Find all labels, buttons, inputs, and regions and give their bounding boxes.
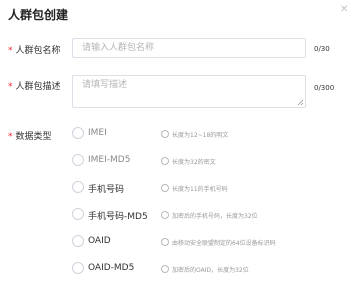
radio-button[interactable] [72, 235, 84, 247]
radio-button[interactable] [72, 262, 84, 274]
data-type-option-imei[interactable]: IMEI 长度为12~18的明文 [72, 127, 352, 141]
name-char-count: 0/30 [314, 45, 330, 53]
option-hint: 长度为11的手机号码 [172, 186, 228, 193]
info-icon [161, 130, 169, 138]
name-label-text: 人群包名称 [15, 46, 61, 56]
required-mark: * [8, 46, 13, 56]
data-type-option-imei-md5[interactable]: IMEI-MD5 长度为32的密文 [72, 154, 352, 168]
option-label: 手机号码-MD5 [88, 212, 148, 222]
name-input[interactable]: 请输入人群包名称 [72, 38, 306, 58]
description-placeholder: 请填写描述 [82, 80, 128, 90]
option-hint: 长度为32的密文 [172, 159, 216, 166]
data-type-label: * 数据类型 [8, 129, 52, 142]
option-label: OAID-MD5 [88, 263, 135, 273]
description-textarea[interactable]: 请填写描述 [72, 75, 306, 108]
info-icon [161, 265, 169, 273]
required-mark: * [8, 82, 13, 92]
data-type-option-phone-md5[interactable]: 手机号码-MD5 加密后的手机号码，长度为32位 [72, 208, 352, 222]
option-label: OAID [88, 236, 111, 246]
name-label: * 人群包名称 [8, 43, 61, 56]
data-type-option-phone[interactable]: 手机号码 长度为11的手机号码 [72, 181, 352, 195]
data-type-option-oaid-md5[interactable]: OAID-MD5 加密后的OAID，长度为32位 [72, 262, 352, 276]
description-label: * 人群包描述 [8, 79, 61, 92]
info-icon [161, 238, 169, 246]
radio-button[interactable] [72, 154, 84, 166]
data-type-option-oaid[interactable]: OAID 由移动安全联盟制定的64位设备标识码 [72, 235, 352, 249]
resize-handle-icon[interactable] [297, 99, 304, 106]
info-icon [161, 157, 169, 165]
option-hint: 加密后的手机号码，长度为32位 [172, 213, 258, 220]
description-char-count: 0/300 [314, 84, 335, 92]
option-label: IMEI-MD5 [88, 155, 131, 165]
option-label: 手机号码 [88, 185, 125, 195]
option-label: IMEI [88, 128, 107, 138]
info-icon [161, 184, 169, 192]
option-hint: 由移动安全联盟制定的64位设备标识码 [172, 240, 276, 247]
radio-button[interactable] [72, 208, 84, 220]
required-mark: * [8, 132, 13, 142]
data-type-label-text: 数据类型 [15, 132, 52, 142]
option-hint: 加密后的OAID，长度为32位 [172, 267, 249, 274]
description-label-text: 人群包描述 [15, 82, 61, 92]
close-icon[interactable]: ✕ [340, 5, 348, 15]
radio-button[interactable] [72, 181, 84, 193]
info-icon [161, 211, 169, 219]
dialog-title: 人群包创建 [8, 8, 69, 22]
option-hint: 长度为12~18的明文 [172, 132, 229, 139]
radio-button[interactable] [72, 127, 84, 139]
